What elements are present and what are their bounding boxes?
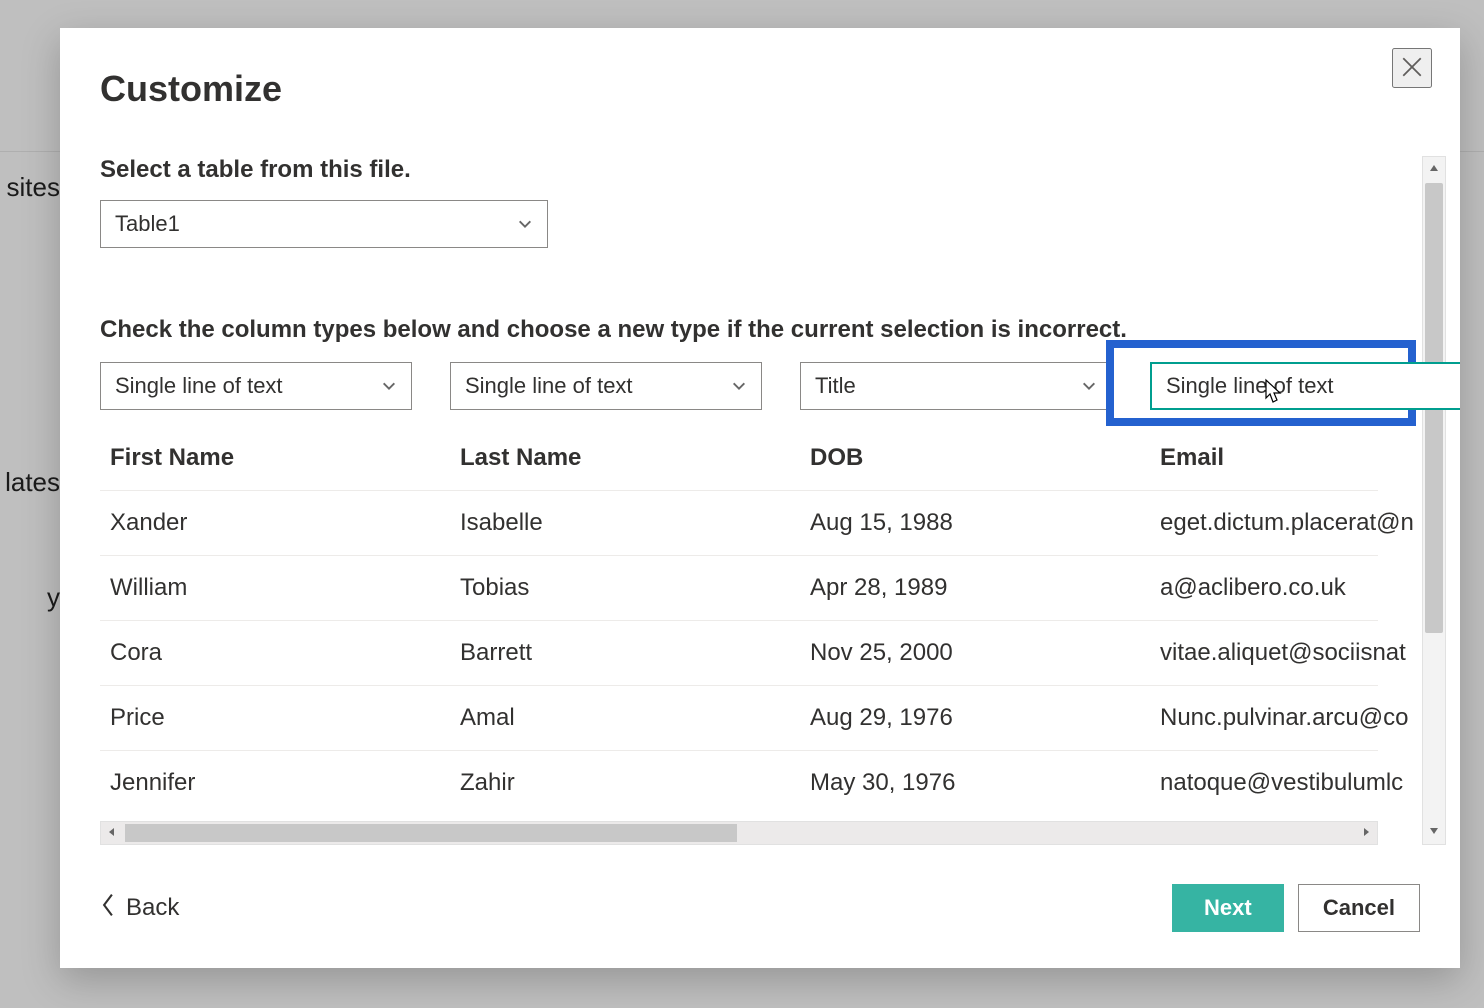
table-select-label: Select a table from this file. bbox=[100, 156, 1420, 184]
cell-dob: May 30, 1976 bbox=[800, 751, 1112, 815]
column-type-select-0[interactable]: Single line of text bbox=[100, 362, 412, 410]
footer-actions: Next Cancel bbox=[1172, 884, 1420, 932]
table-wrap: Single line of text Single line of text … bbox=[100, 362, 1378, 845]
cell-email: a@aclibero.co.uk bbox=[1150, 556, 1460, 620]
cell-last-name: Amal bbox=[450, 686, 762, 750]
cell-first-name: Cora bbox=[100, 621, 412, 685]
cell-dob: Apr 28, 1989 bbox=[800, 556, 1112, 620]
column-type-select-2[interactable]: Title bbox=[800, 362, 1112, 410]
scroll-up-button[interactable] bbox=[1423, 157, 1445, 181]
cell-dob: Nov 25, 2000 bbox=[800, 621, 1112, 685]
close-icon bbox=[1402, 57, 1422, 80]
column-header: Last Name bbox=[450, 426, 762, 490]
back-button[interactable]: Back bbox=[100, 892, 179, 925]
caret-down-icon bbox=[1429, 823, 1439, 841]
cell-last-name: Zahir bbox=[450, 751, 762, 815]
column-header: Email bbox=[1150, 426, 1460, 490]
table-row[interactable]: William Tobias Apr 28, 1989 a@aclibero.c… bbox=[100, 555, 1378, 620]
table-row[interactable]: Price Amal Aug 29, 1976 Nunc.pulvinar.ar… bbox=[100, 685, 1378, 750]
scroll-left-button[interactable] bbox=[101, 822, 123, 844]
modal-footer: Back Next Cancel bbox=[100, 884, 1420, 932]
chevron-left-icon bbox=[100, 892, 116, 925]
chevron-down-icon bbox=[1081, 378, 1097, 394]
caret-up-icon bbox=[1429, 160, 1439, 178]
cell-dob: Aug 29, 1976 bbox=[800, 686, 1112, 750]
cell-email: vitae.aliquet@sociisnat bbox=[1150, 621, 1460, 685]
cell-email: Nunc.pulvinar.arcu@co bbox=[1150, 686, 1460, 750]
cell-dob: Aug 15, 1988 bbox=[800, 491, 1112, 555]
horizontal-scrollbar[interactable] bbox=[100, 821, 1378, 845]
column-type-value: Title bbox=[815, 373, 856, 399]
modal-scroll-viewport: Select a table from this file. Table1 Ch… bbox=[100, 156, 1460, 845]
table-header-row: First Name Last Name DOB Email bbox=[100, 426, 1378, 490]
cell-email: eget.dictum.placerat@n bbox=[1150, 491, 1460, 555]
cell-first-name: William bbox=[100, 556, 412, 620]
chevron-down-icon bbox=[731, 378, 747, 394]
horizontal-scroll-thumb[interactable] bbox=[125, 824, 737, 842]
back-label: Back bbox=[126, 894, 179, 922]
column-type-select-3[interactable]: Single line of text bbox=[1150, 362, 1460, 410]
chevron-down-icon bbox=[517, 216, 533, 232]
cell-email: natoque@vestibulumlc bbox=[1150, 751, 1460, 815]
cell-last-name: Barrett bbox=[450, 621, 762, 685]
table-row[interactable]: Cora Barrett Nov 25, 2000 vitae.aliquet@… bbox=[100, 620, 1378, 685]
column-type-value: Single line of text bbox=[1166, 373, 1334, 399]
column-type-select-1[interactable]: Single line of text bbox=[450, 362, 762, 410]
cell-last-name: Tobias bbox=[450, 556, 762, 620]
scroll-down-button[interactable] bbox=[1423, 820, 1445, 844]
cell-first-name: Xander bbox=[100, 491, 412, 555]
customize-modal: Customize Select a table from this file.… bbox=[60, 28, 1460, 968]
next-button[interactable]: Next bbox=[1172, 884, 1284, 932]
scroll-right-button[interactable] bbox=[1355, 822, 1377, 844]
columns-instruction: Check the column types below and choose … bbox=[100, 316, 1420, 344]
column-type-value: Single line of text bbox=[465, 373, 633, 399]
cell-first-name: Jennifer bbox=[100, 751, 412, 815]
cancel-button[interactable]: Cancel bbox=[1298, 884, 1420, 932]
chevron-down-icon bbox=[381, 378, 397, 394]
close-button[interactable] bbox=[1392, 48, 1432, 88]
table-row[interactable]: Jennifer Zahir May 30, 1976 natoque@vest… bbox=[100, 750, 1378, 815]
table-select-value: Table1 bbox=[115, 211, 180, 237]
table-row[interactable]: Xander Isabelle Aug 15, 1988 eget.dictum… bbox=[100, 490, 1378, 555]
cell-last-name: Isabelle bbox=[450, 491, 762, 555]
caret-right-icon bbox=[1361, 824, 1371, 842]
column-type-value: Single line of text bbox=[115, 373, 283, 399]
table-select-dropdown[interactable]: Table1 bbox=[100, 200, 548, 248]
cell-first-name: Price bbox=[100, 686, 412, 750]
column-type-row: Single line of text Single line of text … bbox=[100, 362, 1378, 410]
caret-left-icon bbox=[107, 824, 117, 842]
column-header: First Name bbox=[100, 426, 412, 490]
column-header: DOB bbox=[800, 426, 1112, 490]
modal-title: Customize bbox=[100, 68, 1460, 110]
